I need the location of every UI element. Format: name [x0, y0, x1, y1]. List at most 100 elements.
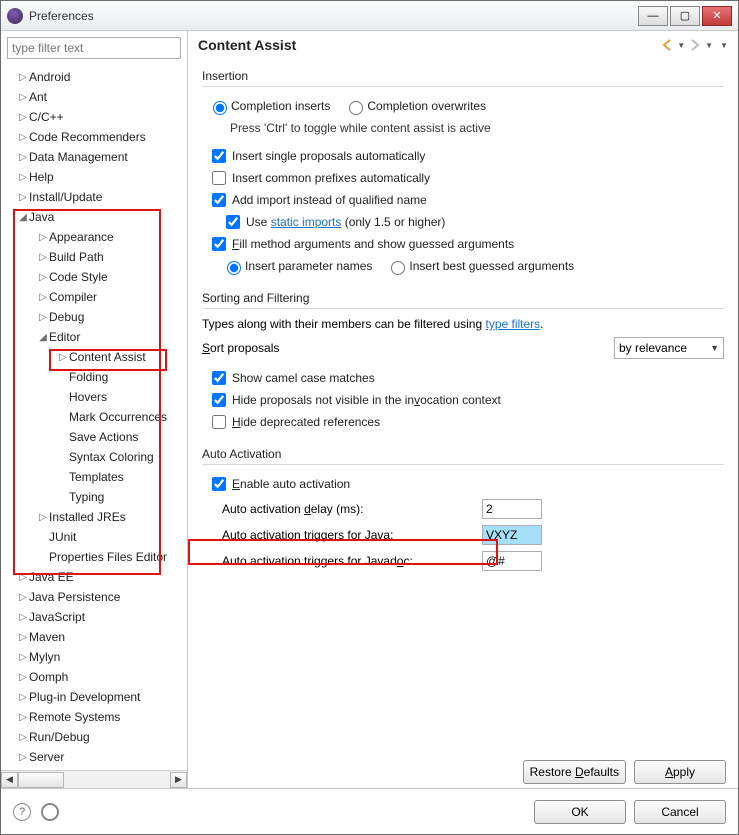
insert-prefixes-checkbox[interactable]	[212, 171, 226, 185]
minimize-button[interactable]: —	[638, 6, 668, 26]
tree-item[interactable]: ▷Java Persistence	[5, 587, 187, 607]
tree-item[interactable]: ▷C/C++	[5, 107, 187, 127]
tree-item[interactable]: Mark Occurrences	[5, 407, 187, 427]
tree-item[interactable]: JUnit	[5, 527, 187, 547]
expand-arrow-icon[interactable]: ▷	[37, 292, 49, 303]
expand-arrow-icon[interactable]: ▷	[17, 72, 29, 83]
tree-item[interactable]: ◢Editor	[5, 327, 187, 347]
expand-arrow-icon[interactable]: ▷	[17, 652, 29, 663]
forward-menu-icon[interactable]: ▼	[705, 41, 713, 50]
add-import-checkbox[interactable]	[212, 193, 226, 207]
tree-item[interactable]: Folding	[5, 367, 187, 387]
expand-arrow-icon[interactable]: ▷	[37, 312, 49, 323]
tree-item[interactable]: Save Actions	[5, 427, 187, 447]
tree-item[interactable]: ▷Oomph	[5, 667, 187, 687]
fill-method-checkbox[interactable]	[212, 237, 226, 251]
maximize-button[interactable]: ▢	[670, 6, 700, 26]
tree-item[interactable]: Hovers	[5, 387, 187, 407]
tree-item[interactable]: ▷Content Assist	[5, 347, 187, 367]
expand-arrow-icon[interactable]: ▷	[37, 272, 49, 283]
completion-overwrites-radio[interactable]	[349, 101, 363, 115]
hide-not-visible-checkbox[interactable]	[212, 393, 226, 407]
category-tree[interactable]: ▷Android▷Ant▷C/C++▷Code Recommenders▷Dat…	[1, 65, 187, 770]
expand-arrow-icon[interactable]: ▷	[17, 192, 29, 203]
sort-proposals-select[interactable]: by relevance ▼	[614, 337, 724, 359]
forward-icon[interactable]	[688, 38, 702, 52]
tree-item[interactable]: Templates	[5, 467, 187, 487]
type-filters-link[interactable]: type filters	[485, 317, 540, 331]
expand-arrow-icon[interactable]: ▷	[17, 592, 29, 603]
expand-arrow-icon[interactable]: ▷	[37, 232, 49, 243]
expand-arrow-icon[interactable]: ▷	[37, 252, 49, 263]
completion-inserts-radio[interactable]	[213, 101, 227, 115]
enable-auto-activation-checkbox[interactable]	[212, 477, 226, 491]
expand-arrow-icon[interactable]: ◢	[37, 332, 49, 343]
expand-arrow-icon[interactable]: ▷	[17, 712, 29, 723]
insert-single-checkbox[interactable]	[212, 149, 226, 163]
insert-best-guessed-radio[interactable]	[391, 261, 405, 275]
expand-arrow-icon[interactable]: ▷	[17, 612, 29, 623]
expand-arrow-icon[interactable]: ▷	[17, 92, 29, 103]
expand-arrow-icon[interactable]: ▷	[17, 112, 29, 123]
expand-arrow-icon[interactable]: ▷	[57, 352, 69, 363]
expand-arrow-icon[interactable]: ▷	[17, 132, 29, 143]
tree-item[interactable]: ▷Build Path	[5, 247, 187, 267]
tree-item[interactable]: ▷JavaScript	[5, 607, 187, 627]
java-triggers-input[interactable]	[482, 525, 542, 545]
expand-arrow-icon[interactable]: ▷	[17, 572, 29, 583]
back-menu-icon[interactable]: ▼	[677, 41, 685, 50]
tree-item[interactable]: ▷Debug	[5, 307, 187, 327]
tree-item[interactable]: ▷Mylyn	[5, 647, 187, 667]
hide-deprecated-checkbox[interactable]	[212, 415, 226, 429]
progress-icon[interactable]	[41, 803, 59, 821]
expand-arrow-icon[interactable]: ▷	[37, 512, 49, 523]
tree-item[interactable]: ▷Ant	[5, 87, 187, 107]
scroll-thumb[interactable]	[18, 772, 64, 788]
help-icon[interactable]: ?	[13, 803, 31, 821]
tree-item[interactable]: ▷Java EE	[5, 567, 187, 587]
tree-item[interactable]: ▷Maven	[5, 627, 187, 647]
tree-item[interactable]: Syntax Coloring	[5, 447, 187, 467]
tree-item[interactable]: ▷Code Style	[5, 267, 187, 287]
tree-item[interactable]: Typing	[5, 487, 187, 507]
use-static-imports-checkbox[interactable]	[226, 215, 240, 229]
tree-item[interactable]: ▷Code Recommenders	[5, 127, 187, 147]
ok-button[interactable]: OK	[534, 800, 626, 824]
static-imports-link[interactable]: static imports	[271, 215, 342, 229]
scroll-left-icon[interactable]: ◀	[1, 772, 18, 788]
filter-input[interactable]	[7, 37, 181, 59]
cancel-button[interactable]: Cancel	[634, 800, 726, 824]
tree-item[interactable]: ▷Run/Debug	[5, 727, 187, 747]
show-camel-checkbox[interactable]	[212, 371, 226, 385]
tree-item[interactable]: ▷Server	[5, 747, 187, 767]
tree-item[interactable]: ◢Java	[5, 207, 187, 227]
tree-horizontal-scrollbar[interactable]: ◀ ▶	[1, 770, 187, 788]
expand-arrow-icon[interactable]: ▷	[17, 732, 29, 743]
tree-item[interactable]: ▷Data Management	[5, 147, 187, 167]
tree-item[interactable]: ▷Team	[5, 767, 187, 770]
close-button[interactable]: ✕	[702, 6, 732, 26]
tree-item[interactable]: ▷Android	[5, 67, 187, 87]
tree-item[interactable]: Properties Files Editor	[5, 547, 187, 567]
restore-defaults-button[interactable]: Restore Defaults	[523, 760, 626, 784]
javadoc-triggers-input[interactable]	[482, 551, 542, 571]
tree-item[interactable]: ▷Appearance	[5, 227, 187, 247]
apply-button[interactable]: Apply	[634, 760, 726, 784]
tree-item[interactable]: ▷Plug-in Development	[5, 687, 187, 707]
tree-item[interactable]: ▷Help	[5, 167, 187, 187]
expand-arrow-icon[interactable]: ▷	[17, 672, 29, 683]
titlebar[interactable]: Preferences — ▢ ✕	[1, 1, 738, 31]
expand-arrow-icon[interactable]: ▷	[17, 152, 29, 163]
tree-item[interactable]: ▷Remote Systems	[5, 707, 187, 727]
back-icon[interactable]	[660, 38, 674, 52]
tree-item[interactable]: ▷Install/Update	[5, 187, 187, 207]
expand-arrow-icon[interactable]: ◢	[17, 212, 29, 223]
insert-param-names-radio[interactable]	[227, 261, 241, 275]
scroll-right-icon[interactable]: ▶	[170, 772, 187, 788]
tree-item[interactable]: ▷Compiler	[5, 287, 187, 307]
tree-item[interactable]: ▷Installed JREs	[5, 507, 187, 527]
delay-input[interactable]	[482, 499, 542, 519]
expand-arrow-icon[interactable]: ▷	[17, 752, 29, 763]
expand-arrow-icon[interactable]: ▷	[17, 172, 29, 183]
view-menu-icon[interactable]: ▼	[720, 41, 728, 50]
